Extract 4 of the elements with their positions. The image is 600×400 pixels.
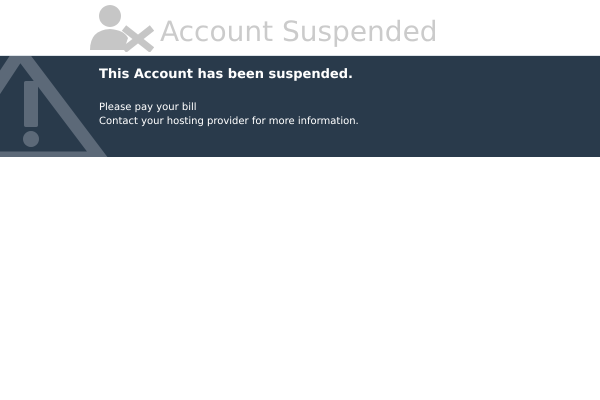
- suspension-heading: This Account has been suspended.: [99, 66, 354, 84]
- message-text: Please pay your bill: [99, 100, 198, 114]
- user-remove-icon: [90, 4, 154, 52]
- message-text: Contact your hosting provider for more information.: [99, 114, 360, 128]
